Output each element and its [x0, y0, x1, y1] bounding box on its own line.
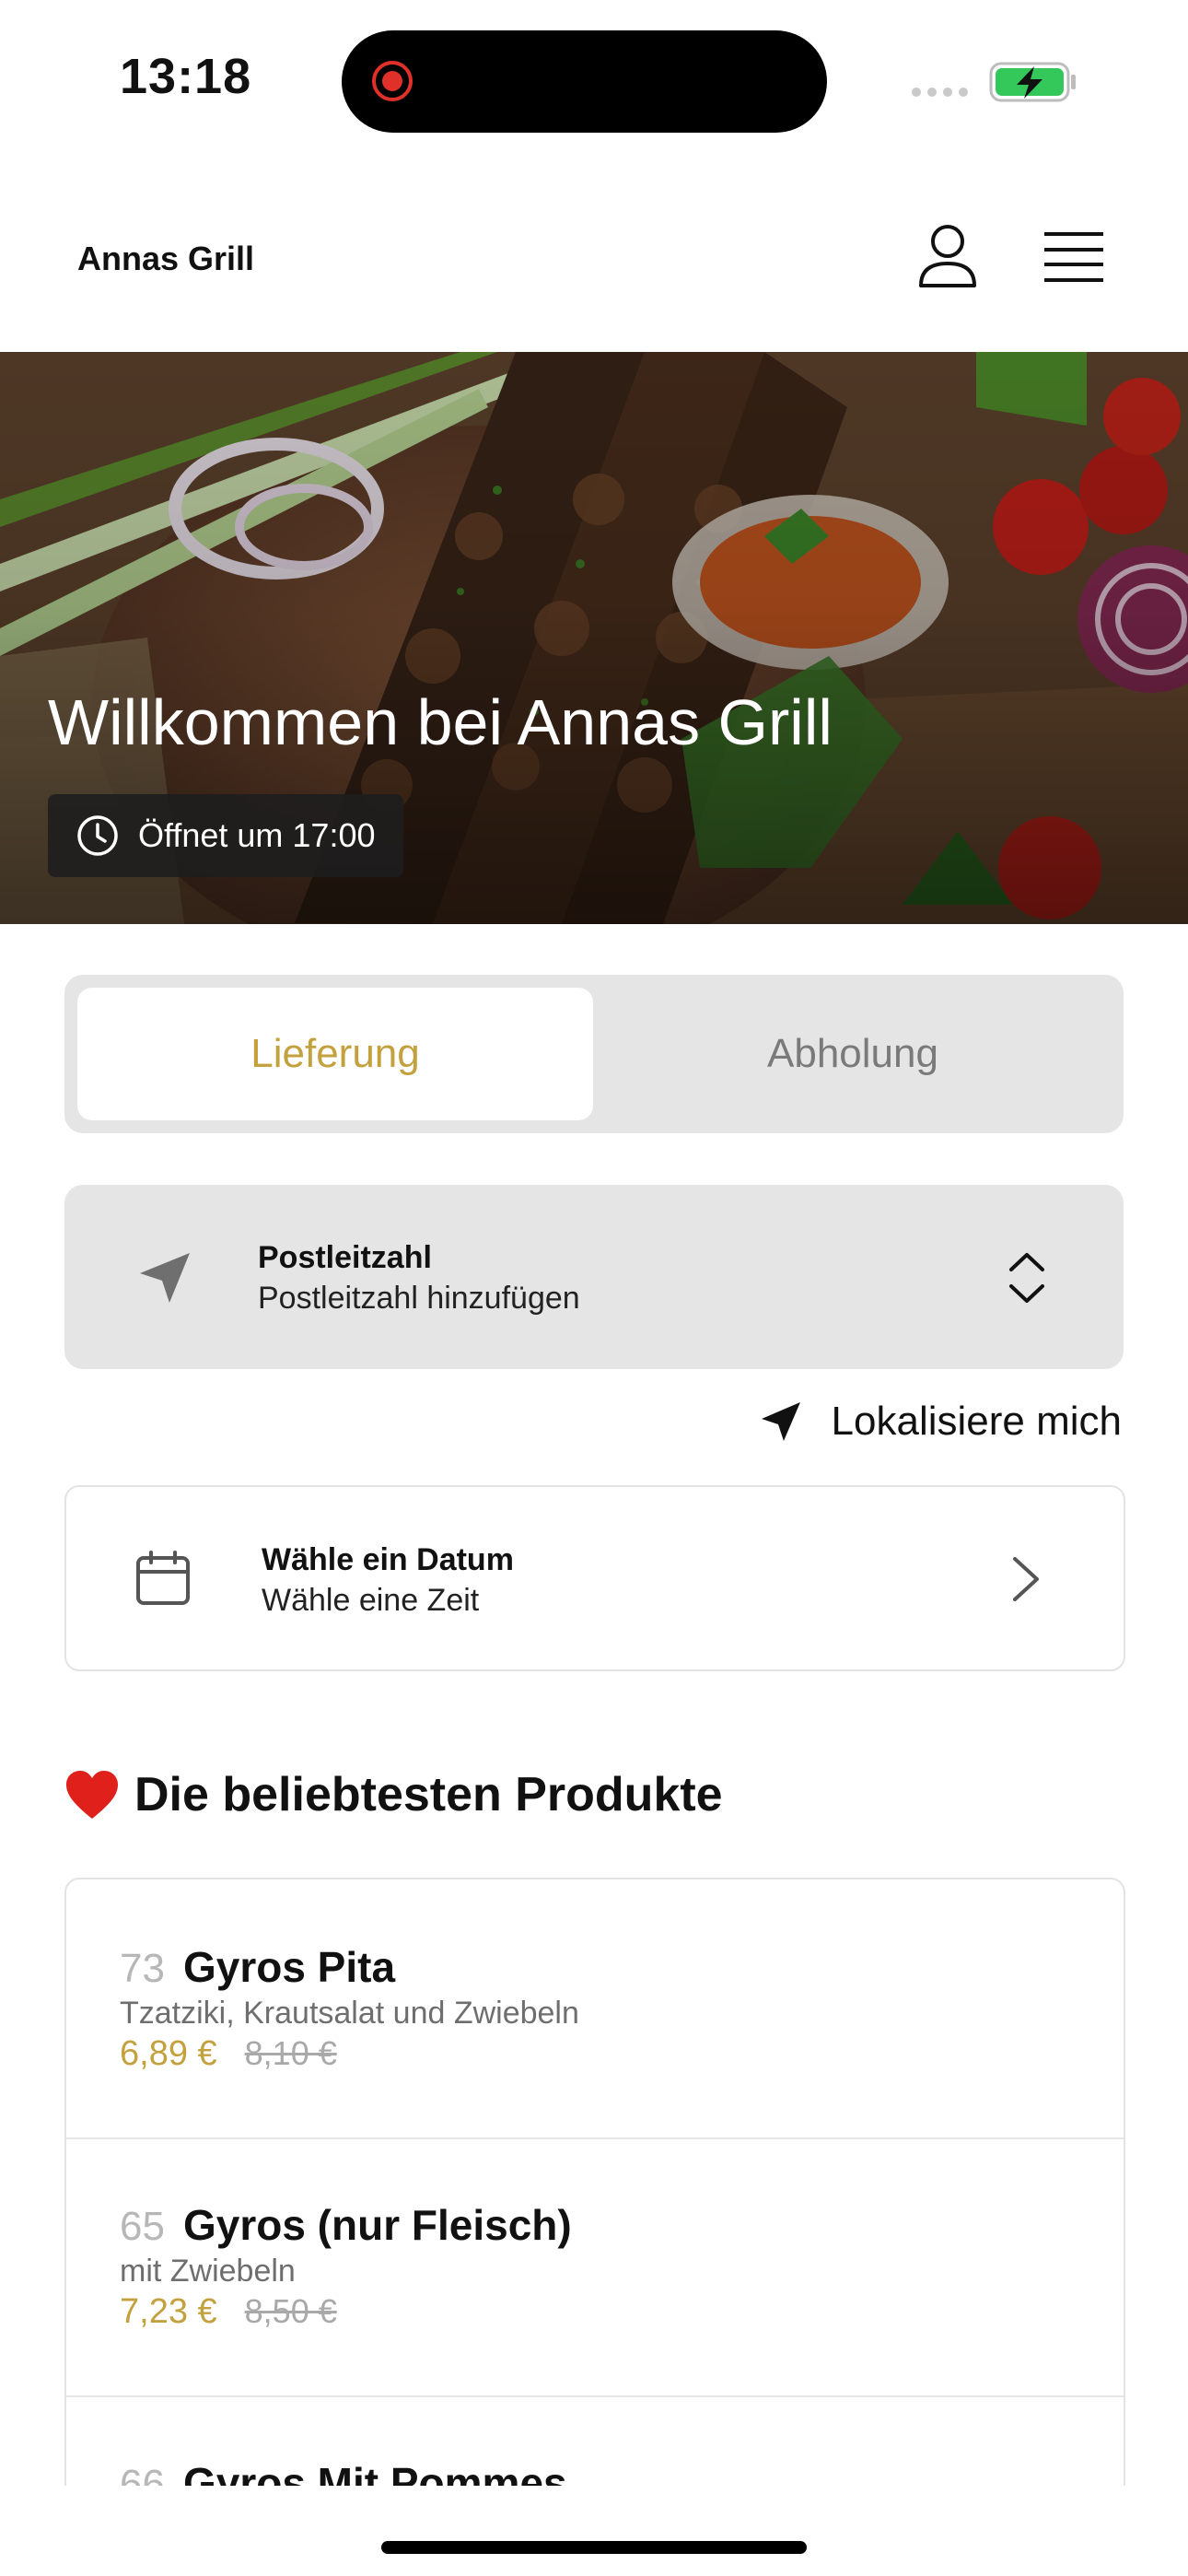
time-label: Wähle eine Zeit	[262, 1583, 480, 1618]
popular-products-heading: Die beliebtesten Produkte	[64, 1767, 723, 1822]
location-arrow-icon	[140, 1253, 190, 1303]
home-indicator[interactable]	[381, 2541, 807, 2554]
dynamic-island	[342, 30, 827, 133]
popular-products-title: Die beliebtesten Produkte	[134, 1768, 723, 1821]
order-mode-segmented-control: Lieferung Abholung	[64, 975, 1124, 1133]
product-number: 73	[120, 1946, 165, 1991]
product-header: 73 Gyros Pita	[120, 1942, 395, 1992]
product-description: Tzatziki, Krautsalat und Zwiebeln	[120, 1996, 579, 2031]
recording-icon	[372, 61, 413, 101]
product-header: 66 Gyros Mit Pommes	[120, 2458, 567, 2488]
postal-code-placeholder: Postleitzahl hinzufügen	[258, 1281, 580, 1316]
calendar-icon	[136, 1551, 190, 1605]
tab-pickup[interactable]: Abholung	[595, 988, 1111, 1120]
product-old-price: 8,10 €	[244, 2034, 337, 2072]
status-bar: 13:18	[0, 0, 1188, 166]
status-time: 13:18	[120, 49, 252, 104]
chevron-right-icon	[1013, 1557, 1039, 1601]
battery-charging-icon	[989, 62, 1076, 102]
product-old-price: 8,50 €	[244, 2292, 337, 2330]
signal-icon	[912, 88, 968, 97]
product-price: 6,89 €	[120, 2034, 217, 2073]
product-name: Gyros Pita	[182, 1943, 396, 1991]
product-list: 73 Gyros Pita Tzatziki, Krautsalat und Z…	[64, 1878, 1125, 2488]
product-description: mit Zwiebeln	[120, 2254, 296, 2289]
product-card[interactable]: 73 Gyros Pita Tzatziki, Krautsalat und Z…	[66, 1879, 1124, 2139]
locate-me-button[interactable]: Lokalisiere mich	[758, 1399, 1122, 1445]
postal-code-label: Postleitzahl	[258, 1240, 432, 1275]
product-number: 65	[120, 2204, 165, 2249]
opening-hours-text: Öffnet um 17:00	[138, 816, 376, 854]
product-price: 7,23 €	[120, 2292, 217, 2331]
product-header: 65 Gyros (nur Fleisch)	[120, 2200, 572, 2250]
postal-code-selector[interactable]: Postleitzahl Postleitzahl hinzufügen	[64, 1185, 1124, 1369]
heart-icon	[66, 1771, 118, 1819]
opening-hours-badge: Öffnet um 17:00	[48, 794, 403, 877]
bottom-safe-area	[0, 2486, 1188, 2576]
app-header: Annas Grill	[0, 166, 1188, 352]
hero-banner: Willkommen bei Annas Grill Öffnet um 17:…	[0, 352, 1188, 924]
product-card[interactable]: 65 Gyros (nur Fleisch) mit Zwiebeln 7,23…	[66, 2137, 1124, 2397]
product-number: 66	[120, 2462, 165, 2488]
product-name: Gyros Mit Pommes	[182, 2459, 567, 2488]
product-prices: 6,89 € 8,10 €	[120, 2034, 337, 2074]
product-card[interactable]: 66 Gyros Mit Pommes	[66, 2395, 1124, 2488]
clock-icon	[77, 815, 118, 856]
date-label: Wähle ein Datum	[262, 1542, 514, 1577]
chevron-up-down-icon	[1009, 1253, 1044, 1303]
locate-me-label: Lokalisiere mich	[831, 1399, 1122, 1444]
tab-delivery[interactable]: Lieferung	[77, 988, 593, 1120]
hero-title: Willkommen bei Annas Grill	[48, 686, 833, 758]
user-account-icon[interactable]	[917, 223, 978, 289]
brand-name[interactable]: Annas Grill	[77, 240, 254, 278]
product-prices: 7,23 € 8,50 €	[120, 2292, 337, 2332]
hamburger-menu-icon[interactable]	[1044, 230, 1103, 284]
location-arrow-icon	[761, 1402, 800, 1441]
date-time-selector[interactable]: Wähle ein Datum Wähle eine Zeit	[64, 1485, 1125, 1671]
product-name: Gyros (nur Fleisch)	[182, 2201, 572, 2249]
